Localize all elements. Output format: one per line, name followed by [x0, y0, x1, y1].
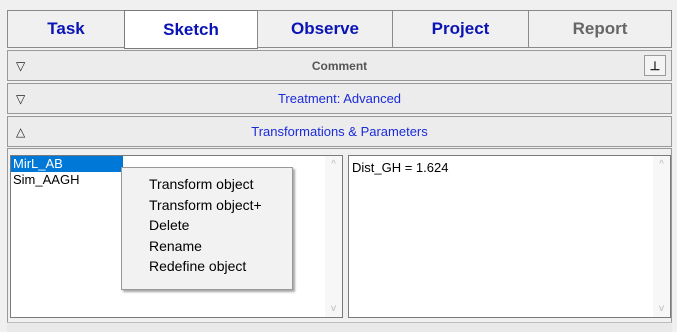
tab-observe[interactable]: Observe: [257, 10, 393, 48]
context-menu: Transform object Transform object+ Delet…: [121, 167, 293, 290]
menu-item-rename[interactable]: Rename: [122, 236, 292, 257]
treatment-section-title: Treatment: Advanced: [277, 91, 402, 106]
scroll-down-icon[interactable]: v: [325, 300, 342, 317]
menu-item-transform-object-plus[interactable]: Transform object+: [122, 195, 292, 216]
transformations-section-title: Transformations & Parameters: [251, 124, 428, 139]
tab-bar: Task Sketch Observe Project Report: [7, 10, 672, 49]
transformations-section-header[interactable]: △ Transformations & Parameters: [7, 116, 672, 147]
tab-project[interactable]: Project: [392, 10, 529, 48]
tab-sketch[interactable]: Sketch: [124, 10, 258, 49]
parameter-text: Dist_GH = 1.624: [352, 160, 449, 175]
list-item[interactable]: MirL_AB: [11, 156, 123, 172]
tab-report[interactable]: Report: [528, 10, 672, 48]
app-window: Task Sketch Observe Project Report ▽ Com…: [0, 0, 677, 332]
menu-item-redefine-object[interactable]: Redefine object: [122, 256, 292, 277]
menu-item-transform-object[interactable]: Transform object: [122, 174, 292, 195]
tab-observe-label: Observe: [290, 19, 360, 38]
scroll-down-icon[interactable]: v: [653, 300, 670, 317]
object-list-scrollbar[interactable]: ^ v: [325, 156, 342, 317]
scroll-up-icon[interactable]: ^: [653, 156, 670, 173]
tab-report-label: Report: [572, 19, 628, 38]
comment-section-header[interactable]: ▽ Comment ⊥: [7, 50, 672, 81]
tab-task-label: Task: [47, 19, 85, 38]
scroll-up-icon[interactable]: ^: [325, 156, 342, 173]
parameters-text-area[interactable]: Dist_GH = 1.624 ^ v: [348, 155, 671, 318]
pin-button[interactable]: ⊥: [644, 55, 666, 76]
tab-sketch-label: Sketch: [163, 19, 219, 39]
menu-item-delete[interactable]: Delete: [122, 215, 292, 236]
parameters-scrollbar[interactable]: ^ v: [653, 156, 670, 317]
tab-project-label: Project: [431, 19, 490, 38]
comment-section-title: Comment: [311, 59, 368, 73]
treatment-section-header[interactable]: ▽ Treatment: Advanced: [7, 83, 672, 114]
tab-task[interactable]: Task: [7, 10, 125, 48]
